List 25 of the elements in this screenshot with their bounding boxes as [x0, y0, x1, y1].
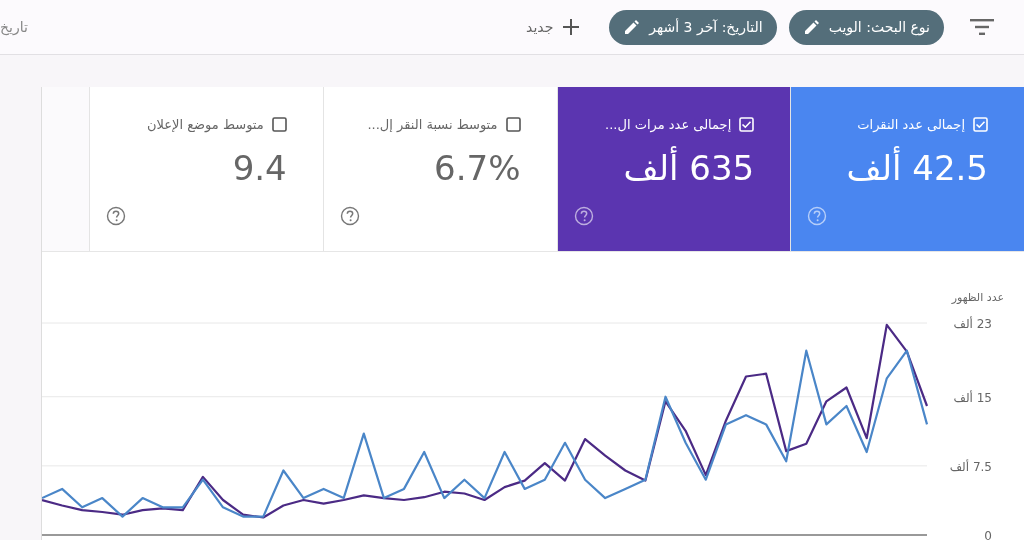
filter-icon[interactable]	[970, 19, 994, 35]
help-icon[interactable]	[106, 206, 126, 226]
metric-value: 635 ألف	[622, 148, 755, 188]
metric-label: متوسط موضع الإعلان	[146, 117, 264, 132]
filter-chip[interactable]: التاريخ: آخر 3 أشهر	[609, 9, 777, 45]
y-tick-label: 0	[984, 529, 992, 540]
y-axis-title: عدد الظهور	[951, 291, 1004, 304]
checkbox[interactable]	[271, 117, 287, 132]
y-tick-label: 7.5 ألف	[949, 459, 992, 474]
y-tick-label: 23 ألف	[953, 317, 992, 331]
metric-label: إجمالى عدد النقرات	[857, 117, 965, 132]
metric-label: متوسط نسبة النقر إل...	[367, 117, 498, 132]
metric-label: إجمالى عدد مرات ال...	[605, 117, 732, 132]
pencil-icon	[625, 20, 640, 34]
checkbox[interactable]	[505, 117, 521, 132]
pencil-icon	[804, 20, 819, 34]
plus-icon	[563, 19, 580, 35]
filter-chip[interactable]: نوع البحث: الويب	[788, 9, 944, 45]
new-filter-button[interactable]: جديد	[526, 19, 580, 35]
metric-value: 42.5 ألف	[845, 148, 988, 188]
metric-value: 9.4	[231, 148, 287, 188]
y-tick-label: 15 ألف	[953, 390, 992, 405]
metric-value: 6.7%	[433, 148, 521, 188]
help-icon[interactable]	[339, 206, 360, 226]
date-label: تاريخ	[0, 19, 28, 35]
